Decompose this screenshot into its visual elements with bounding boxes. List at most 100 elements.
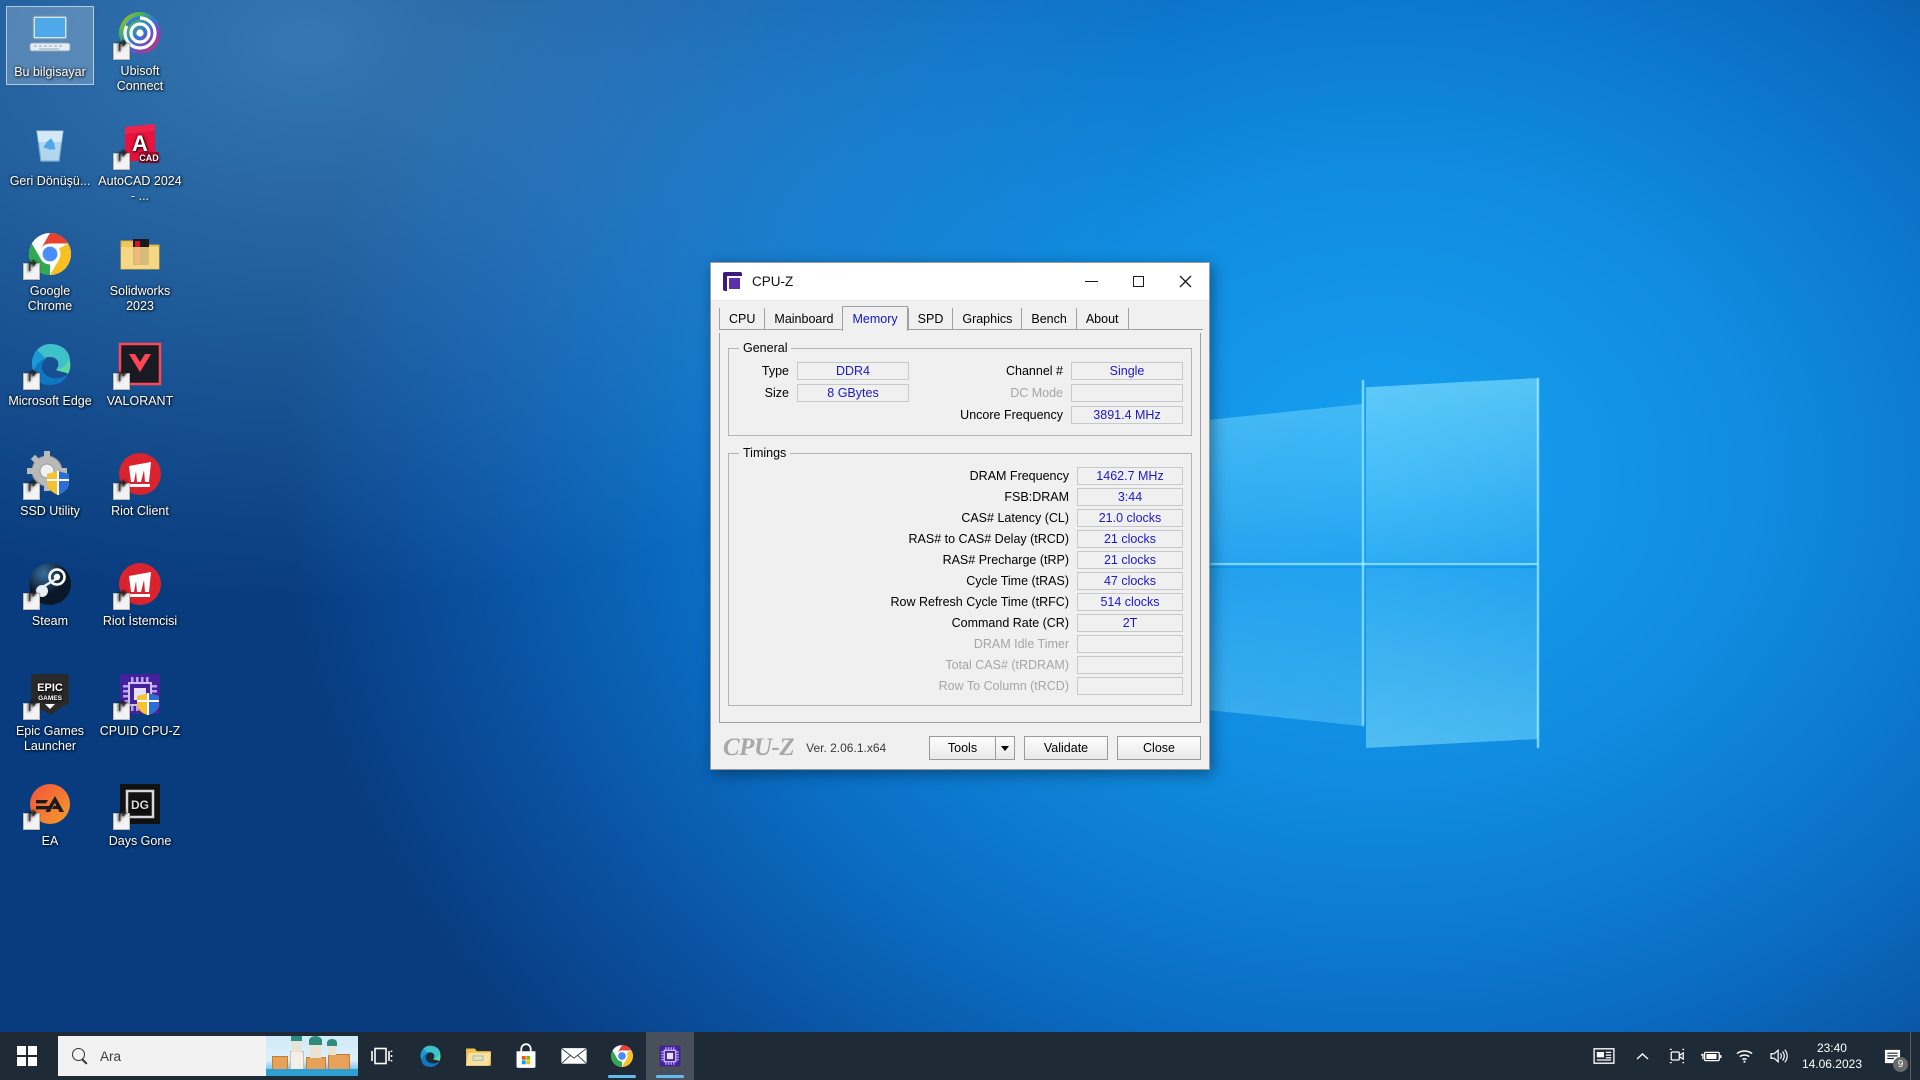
steam-icon <box>23 559 75 610</box>
system-tray[interactable]: 23:40 14.06.2023 9 <box>1582 1032 1920 1080</box>
timing-dram-frequency: DRAM Frequency 1462.7 MHz <box>737 466 1183 485</box>
maximize-button[interactable] <box>1115 263 1162 301</box>
tab-memory[interactable]: Memory <box>842 306 908 331</box>
taskbar[interactable]: Ara 23:40 14.06.2023 9 <box>0 1032 1920 1080</box>
search-wallpaper-thumbnail <box>266 1036 358 1076</box>
desktop-icon-ubisoft-connect[interactable]: Ubisoft Connect <box>96 6 184 97</box>
desktop-icon-recycle-bin[interactable]: Geri Dönüşü... <box>6 116 94 193</box>
desktop-icon-days-gone[interactable]: DG Days Gone <box>96 776 184 853</box>
desktop-icon-google-chrome[interactable]: Google Chrome <box>6 226 94 317</box>
timing-value: 21 clocks <box>1077 529 1183 548</box>
recycle-bin-icon <box>25 119 75 169</box>
timing-value: 21.0 clocks <box>1077 508 1183 527</box>
epic-games-icon: EPIC GAMES <box>23 669 75 720</box>
notification-count-badge: 9 <box>1893 1057 1908 1072</box>
cpuz-titlebar[interactable]: CPU-Z <box>711 263 1209 301</box>
taskbar-edge[interactable] <box>406 1032 454 1080</box>
desktop-icon-solidworks[interactable]: Solidworks 2023 <box>96 226 184 317</box>
network-button[interactable] <box>1728 1032 1762 1080</box>
cpuz-logo: CPU-Z <box>723 734 795 761</box>
validate-label: Validate <box>1043 741 1089 755</box>
camera-status-icon[interactable] <box>1660 1032 1694 1080</box>
tab-mainboard[interactable]: Mainboard <box>764 308 842 330</box>
timing-label: Total CAS# (tRDRAM) <box>945 657 1069 672</box>
svg-text:GAMES: GAMES <box>38 695 63 702</box>
news-and-interests-button[interactable] <box>1582 1032 1626 1080</box>
desktop-icon-epic-games[interactable]: EPIC GAMES Epic Games Launcher <box>6 666 94 757</box>
timing-value: 3:44 <box>1077 487 1183 506</box>
desktop-icon-cpuid-cpuz[interactable]: CPUID CPU-Z <box>96 666 184 743</box>
desktop-background[interactable]: Bu bilgisayar Ubisoft Connect <box>0 0 1920 1080</box>
shortcut-overlay-icon <box>23 593 40 610</box>
desktop-icon-label: SSD Utility <box>20 504 80 518</box>
taskbar-chrome[interactable] <box>598 1032 646 1080</box>
show-hidden-icons-button[interactable] <box>1626 1032 1660 1080</box>
speaker-icon <box>1770 1048 1788 1064</box>
taskbar-explorer[interactable] <box>454 1032 502 1080</box>
timing-tras: Cycle Time (tRAS) 47 clocks <box>737 571 1183 590</box>
desktop-icon-label: Days Gone <box>108 834 172 848</box>
battery-button[interactable] <box>1694 1032 1728 1080</box>
taskbar-mail[interactable] <box>550 1032 598 1080</box>
volume-button[interactable] <box>1762 1032 1796 1080</box>
taskbar-store[interactable] <box>502 1032 550 1080</box>
desktop-icon-label: EA <box>41 834 59 848</box>
desktop-icon-label: Bu bilgisayar <box>14 65 86 79</box>
desktop-icon-autocad[interactable]: A CAD AutoCAD 2024 - ... <box>96 116 184 207</box>
desktop-icon-this-pc[interactable]: Bu bilgisayar <box>6 6 94 85</box>
desktop-icon-label: Geri Dönüşü... <box>9 174 91 188</box>
field-label: Channel # <box>1006 364 1063 378</box>
cpuz-window[interactable]: CPU-Z CPU Mainboard Memory SPD Graphics … <box>710 262 1210 770</box>
tab-graphics[interactable]: Graphics <box>952 308 1021 330</box>
version-label: Ver. 2.06.1.x64 <box>806 741 887 755</box>
clock-button[interactable]: 23:40 14.06.2023 <box>1796 1040 1874 1072</box>
search-input[interactable]: Ara <box>58 1036 358 1076</box>
desktop-icon-ea[interactable]: EA <box>6 776 94 853</box>
show-desktop-button[interactable] <box>1910 1032 1920 1080</box>
task-view-button[interactable] <box>358 1032 406 1080</box>
validate-button[interactable]: Validate <box>1024 736 1108 760</box>
notifications-button[interactable]: 9 <box>1874 1032 1910 1080</box>
desktop-icon-microsoft-edge[interactable]: Microsoft Edge <box>6 336 94 413</box>
desktop-icon-label: CPUID CPU-Z <box>99 724 181 738</box>
field-uncore-frequency: Uncore Frequency 3891.4 MHz <box>937 405 1183 425</box>
taskbar-cpuz[interactable] <box>646 1032 694 1080</box>
general-legend: General <box>743 341 788 355</box>
timing-label: Row Refresh Cycle Time (tRFC) <box>890 594 1070 609</box>
start-button[interactable] <box>0 1032 54 1080</box>
tab-label: Memory <box>852 312 898 326</box>
chevron-up-icon <box>1636 1052 1649 1060</box>
field-dc-mode: DC Mode <box>937 383 1183 403</box>
tools-button-group[interactable]: Tools <box>929 736 1015 760</box>
desktop-icon-ssd-utility[interactable]: SSD Utility <box>6 446 94 523</box>
desktop-icon-steam[interactable]: Steam <box>6 556 94 633</box>
tools-dropdown-button[interactable] <box>995 736 1015 760</box>
desktop-icon-riot-istemcisi[interactable]: Riot İstemcisi <box>96 556 184 633</box>
desktop-icon-label: Epic Games Launcher <box>15 724 85 753</box>
tab-label: Mainboard <box>774 312 834 326</box>
field-value <box>1071 384 1183 402</box>
field-label: Uncore Frequency <box>960 408 1063 422</box>
close-footer-button[interactable]: Close <box>1117 736 1201 760</box>
tab-spd[interactable]: SPD <box>907 308 953 330</box>
cpuz-tab-strip[interactable]: CPU Mainboard Memory SPD Graphics Bench … <box>719 305 1203 331</box>
timing-label: RAS# Precharge (tRP) <box>942 552 1069 567</box>
mail-icon <box>561 1047 587 1065</box>
tab-cpu[interactable]: CPU <box>719 308 764 330</box>
minimize-button[interactable] <box>1068 263 1115 301</box>
cpuz-footer: CPU-Z Ver. 2.06.1.x64 Tools Validate Clo… <box>711 727 1209 769</box>
shortcut-overlay-icon <box>113 153 130 170</box>
tools-button[interactable]: Tools <box>929 736 995 760</box>
shortcut-overlay-icon <box>113 43 130 60</box>
desktop-icon-riot-client[interactable]: Riot Client <box>96 446 184 523</box>
clock-date: 14.06.2023 <box>1801 1057 1862 1071</box>
desktop-icon-label: AutoCAD 2024 - ... <box>98 174 182 203</box>
desktop-icon-valorant[interactable]: VALORANT <box>96 336 184 413</box>
general-group: General Type DDR4 Size 8 GBytes Channel … <box>728 341 1192 436</box>
timing-value <box>1077 676 1183 695</box>
close-button[interactable] <box>1162 263 1209 301</box>
tab-bench[interactable]: Bench <box>1021 308 1075 330</box>
tab-strip-underline <box>719 329 1203 330</box>
tab-about[interactable]: About <box>1075 308 1128 330</box>
timing-label: DRAM Frequency <box>969 468 1069 483</box>
